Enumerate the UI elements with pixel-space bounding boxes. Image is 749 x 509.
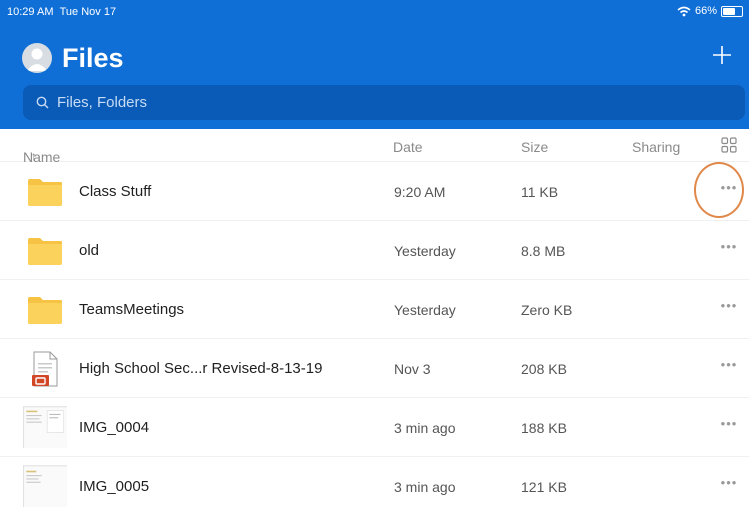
grid-view-icon[interactable] <box>721 137 737 153</box>
file-row[interactable]: IMG_0004 3 min ago 188 KB ••• <box>0 398 749 457</box>
file-row[interactable]: TeamsMeetings Yesterday Zero KB ••• <box>0 280 749 339</box>
presentation-file-icon <box>32 351 58 387</box>
file-size: 11 KB <box>521 184 559 200</box>
title-row: Files <box>22 40 124 76</box>
file-size: 8.8 MB <box>521 243 566 259</box>
folder-icon <box>28 238 62 265</box>
file-name: IMG_0004 <box>79 419 150 436</box>
file-row[interactable]: Class Stuff 9:20 AM 11 KB ••• <box>0 162 749 221</box>
more-options-button[interactable]: ••• <box>716 180 742 200</box>
file-size: 208 KB <box>521 361 567 377</box>
file-date: Yesterday <box>394 243 456 259</box>
more-options-button[interactable]: ••• <box>716 357 742 377</box>
search-input[interactable] <box>57 94 657 111</box>
avatar[interactable] <box>22 43 52 73</box>
image-thumbnail <box>23 465 67 507</box>
add-button[interactable] <box>709 42 735 68</box>
more-options-button[interactable]: ••• <box>716 298 742 318</box>
app-header: 10:29 AM Tue Nov 17 66% Files <box>0 0 749 129</box>
status-bar: 10:29 AM Tue Nov 17 66% <box>0 0 749 22</box>
folder-icon <box>28 179 62 206</box>
column-header: Name ↑ Date Size Sharing <box>0 129 749 165</box>
file-name: old <box>79 242 100 259</box>
file-name: IMG_0005 <box>79 478 150 495</box>
person-icon <box>27 48 47 71</box>
battery-percent: 66% <box>694 5 717 17</box>
file-date: Nov 3 <box>394 361 431 377</box>
image-thumbnail <box>23 406 67 448</box>
file-name: High School Sec...r Revised-8-13-19 <box>79 360 323 377</box>
file-size: Zero KB <box>521 302 573 318</box>
file-date: 3 min ago <box>394 420 456 436</box>
file-date: 9:20 AM <box>394 184 446 200</box>
more-options-button[interactable]: ••• <box>716 239 742 259</box>
status-time: 10:29 AM Tue Nov 17 <box>7 6 117 18</box>
wifi-icon <box>677 6 691 16</box>
column-date[interactable]: Date <box>393 139 423 155</box>
more-options-button[interactable]: ••• <box>716 475 742 495</box>
column-sharing[interactable]: Sharing <box>632 139 680 155</box>
column-size[interactable]: Size <box>521 139 548 155</box>
file-name: TeamsMeetings <box>79 301 185 318</box>
file-size: 121 KB <box>521 479 567 495</box>
file-row[interactable]: IMG_0005 3 min ago 121 KB ••• <box>0 457 749 509</box>
file-date: 3 min ago <box>394 479 456 495</box>
status-right: 66% <box>677 5 743 17</box>
search-bar[interactable] <box>23 85 745 120</box>
column-name[interactable]: Name ↑ <box>23 139 60 165</box>
file-size: 188 KB <box>521 420 567 436</box>
file-row[interactable]: old Yesterday 8.8 MB ••• <box>0 221 749 280</box>
sort-arrow-icon: ↑ <box>30 149 37 163</box>
plus-icon <box>713 46 731 64</box>
file-row[interactable]: High School Sec...r Revised-8-13-19 Nov … <box>0 339 749 398</box>
search-icon <box>36 96 49 109</box>
more-options-button[interactable]: ••• <box>716 416 742 436</box>
page-title: Files <box>62 42 124 73</box>
file-date: Yesterday <box>394 302 456 318</box>
folder-icon <box>28 297 62 324</box>
battery-icon <box>721 5 743 17</box>
file-name: Class Stuff <box>79 183 152 200</box>
